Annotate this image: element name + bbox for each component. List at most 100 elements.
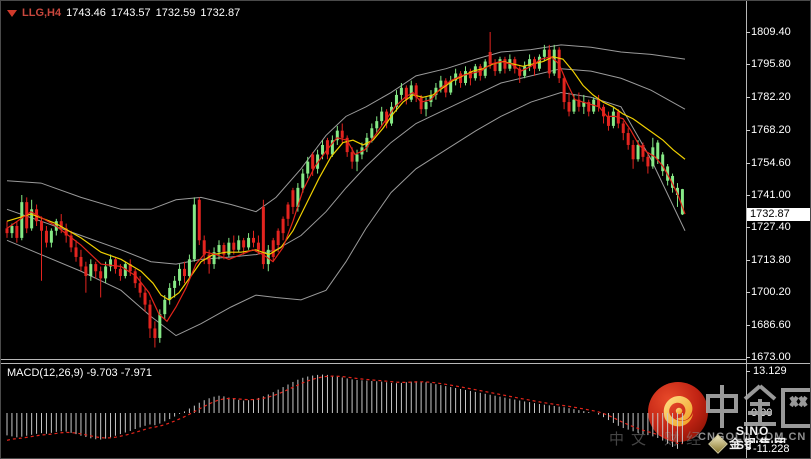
candle-body <box>163 299 167 315</box>
macd-tick-mark <box>746 448 750 450</box>
cngold-domain-text: CNGOLD.COM.CN <box>698 431 807 443</box>
candle-body <box>528 59 532 67</box>
price-tick-mark <box>746 357 750 359</box>
candle-body <box>498 59 502 72</box>
candle-body <box>79 256 83 267</box>
candle-body <box>661 154 665 172</box>
candle-body <box>675 187 679 195</box>
candle-body <box>276 230 280 246</box>
candle-body <box>666 166 670 181</box>
candle-body <box>537 56 541 69</box>
candle-body <box>345 137 349 153</box>
candle-body <box>646 156 650 167</box>
candle-body <box>306 161 310 174</box>
candle-body <box>454 73 458 81</box>
macd-indicator-header: MACD(12,26,9) -9.703 -7.971 <box>7 367 152 379</box>
candle-body <box>168 287 172 300</box>
candle-body <box>84 266 88 277</box>
macd-tick-mark <box>746 370 750 372</box>
candle-body <box>533 59 537 69</box>
price-tick-label: 1727.40 <box>751 221 791 234</box>
candle-body <box>360 147 364 155</box>
candle-body <box>325 140 329 155</box>
close-value: 1732.87 <box>200 7 241 19</box>
price-axis-separator <box>746 1 747 458</box>
candle-body <box>30 209 34 229</box>
candle-body <box>542 49 546 57</box>
macd-tick-label-bottom: -11.228 <box>751 442 792 455</box>
candle-body <box>488 52 492 64</box>
candle-body <box>178 268 182 281</box>
candle-body <box>547 49 551 74</box>
panel-separator-top <box>1 359 746 360</box>
candle-body <box>562 78 566 103</box>
candle-body <box>641 144 645 157</box>
candle-body <box>25 202 29 229</box>
price-tick-label: 1673.00 <box>751 351 791 364</box>
candle-body <box>680 189 684 215</box>
candle-body <box>399 87 403 95</box>
price-tick-mark <box>746 227 750 229</box>
candle-body <box>523 66 527 76</box>
candle-body <box>518 68 522 76</box>
candle-body <box>365 137 369 148</box>
price-tick-label: 1754.60 <box>751 156 791 169</box>
candle-body <box>54 221 58 231</box>
price-tick-label: 1768.20 <box>751 124 791 137</box>
candle-body <box>587 102 591 112</box>
candle-body <box>311 154 315 169</box>
candle-body <box>616 111 620 124</box>
candle-body <box>439 80 443 88</box>
candle-body <box>468 71 472 79</box>
candle-body <box>74 247 78 257</box>
candle-body <box>621 123 625 134</box>
candle-body <box>355 154 359 162</box>
candle-body <box>513 59 517 69</box>
ma-yellow-line <box>6 56 686 301</box>
candle-body <box>503 59 507 69</box>
candle-body <box>340 130 344 138</box>
bollinger-lower-line <box>6 92 686 337</box>
candle-body <box>626 133 630 145</box>
bollinger-upper-line <box>6 44 686 213</box>
high-value: 1743.57 <box>110 7 151 19</box>
candle-body <box>266 249 270 265</box>
candle-body <box>261 206 265 265</box>
symbol-label: LLG,H4 <box>22 7 62 19</box>
candle-body <box>49 230 53 243</box>
candle-body <box>118 268 122 277</box>
candle-body <box>473 66 477 79</box>
candle-body <box>242 240 246 248</box>
candle-body <box>10 225 14 234</box>
candle-body <box>380 111 384 122</box>
candle-body <box>463 71 467 83</box>
candle-body <box>582 102 586 107</box>
candle-body <box>651 147 655 167</box>
macd-value: -9.703 <box>86 367 118 379</box>
candle-body <box>671 175 675 188</box>
price-tick-mark <box>746 194 750 196</box>
candle-body <box>370 128 374 138</box>
candle-body <box>424 102 428 110</box>
cngold-cn-title-text: 中金网 <box>1 1 2 2</box>
candle-body <box>330 140 334 155</box>
candle-body <box>602 106 606 117</box>
candle-body <box>237 240 241 250</box>
candle-body <box>321 144 325 155</box>
bollinger-middle-line <box>6 68 686 265</box>
cngold-watermark: CNGOLD.COM.CN SINO SOUND 金银集团 中文 财经 中金网 <box>1 1 810 458</box>
macd-signal-value: -7.971 <box>120 367 152 379</box>
diamond-logo-icon <box>708 433 728 454</box>
price-tick-label: 1713.80 <box>751 253 791 266</box>
chart-canvas[interactable] <box>1 1 811 459</box>
candle-body <box>59 221 63 229</box>
candle-body <box>15 225 19 238</box>
candle-body <box>577 99 581 107</box>
candle-body <box>390 106 394 124</box>
candle-body <box>483 61 487 76</box>
candle-body <box>158 314 162 338</box>
candle-body <box>113 259 117 269</box>
candle-body <box>148 304 152 329</box>
candle-body <box>207 254 211 265</box>
cngold-logo-icon <box>648 382 708 442</box>
